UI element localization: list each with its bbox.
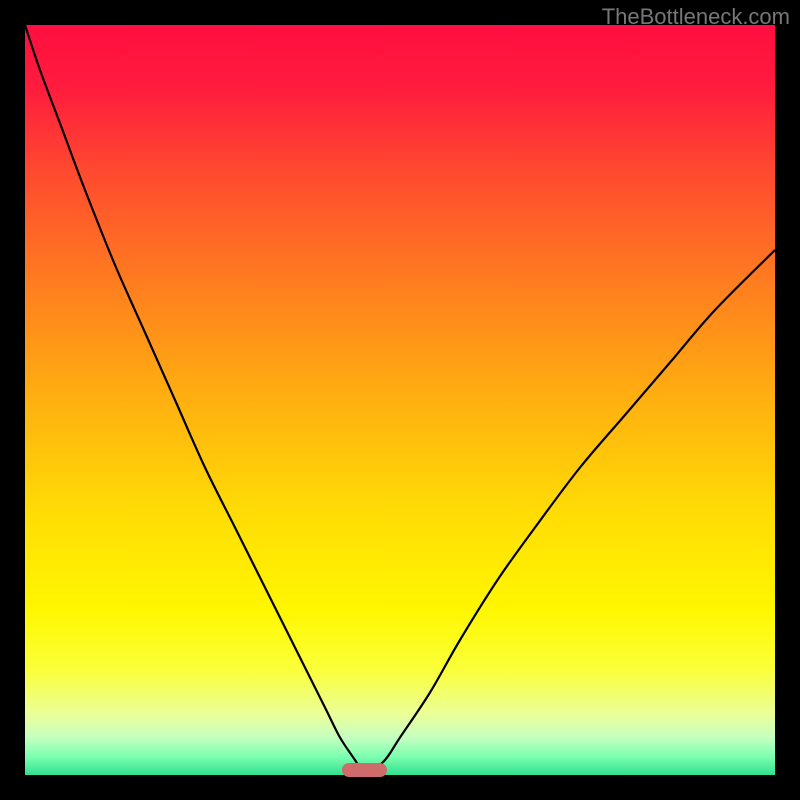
watermark-text: TheBottleneck.com	[602, 4, 790, 30]
balance-marker	[342, 763, 387, 777]
bottleneck-curve	[25, 25, 775, 775]
